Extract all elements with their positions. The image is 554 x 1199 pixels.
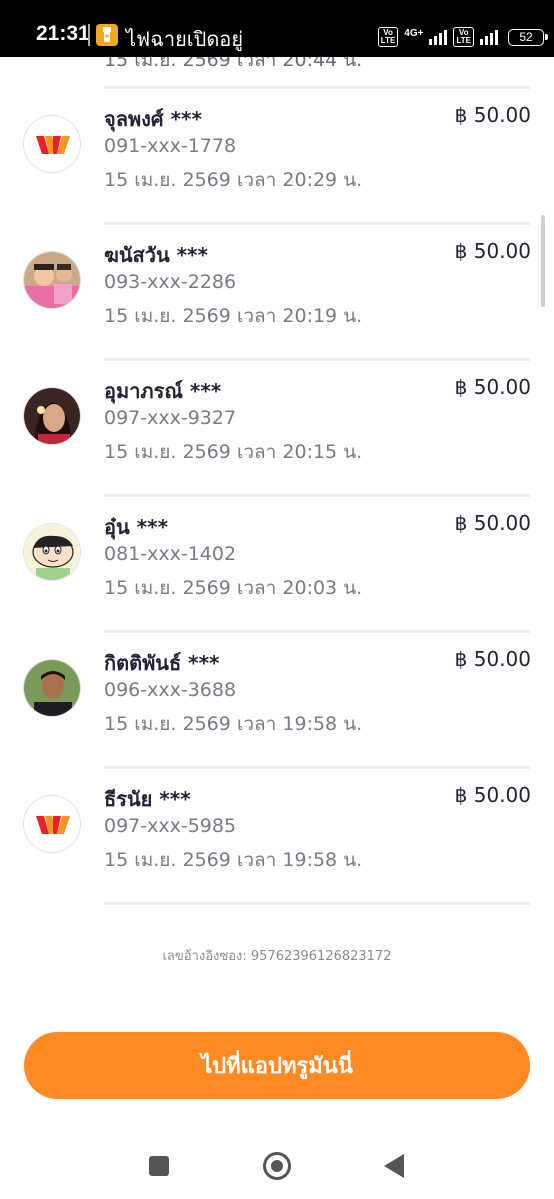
- recipient-phone: 081-xxx-1402: [104, 543, 237, 565]
- transaction-date: 15 เม.ย. 2569 เวลา 20:15 น.: [104, 441, 363, 463]
- transaction-date: 15 เม.ย. 2569 เวลา 20:29 น.: [104, 169, 363, 191]
- back-icon[interactable]: [384, 1154, 404, 1178]
- envelope-reference-number: เลขอ้างอิงซอง: 95762396126823172: [162, 949, 392, 964]
- transaction-date: 15 เม.ย. 2569 เวลา 19:58 น.: [104, 713, 363, 735]
- transaction-date: 15 เม.ย. 2569 เวลา 20:03 น.: [104, 577, 363, 599]
- status-bar: 21:31 ไฟฉายเปิดอยู่ Vo LTE 4G+ Vo LTE 52: [0, 0, 554, 57]
- list-item[interactable]: ธีรนัย *** ฿ 50.00 097-xxx-5985 15 เม.ย.…: [0, 769, 554, 905]
- recipient-name: อุมาภรณ์ ***: [104, 379, 222, 403]
- recipient-phone: 091-xxx-1778: [104, 135, 237, 157]
- status-separator: [88, 24, 90, 46]
- volte-icon: Vo LTE: [377, 27, 399, 47]
- user-avatar: [23, 387, 81, 445]
- amount: ฿ 50.00: [454, 239, 531, 263]
- list-item[interactable]: จุลพงศ์ *** ฿ 50.00 091-xxx-1778 15 เม.ย…: [0, 89, 554, 225]
- status-indicators: Vo LTE 4G+ Vo LTE 52: [377, 27, 548, 47]
- list-item[interactable]: ฆนัสวัน *** ฿ 50.00 093-xxx-2286 15 เม.ย…: [0, 225, 554, 361]
- signal-icon-2: [480, 29, 498, 45]
- cartoon-avatar: [23, 523, 81, 581]
- recipient-phone: 096-xxx-3688: [104, 679, 237, 701]
- network-type: 4G+: [404, 27, 424, 39]
- flashlight-icon: [96, 24, 118, 46]
- home-icon[interactable]: [263, 1152, 291, 1180]
- recipient-name: อุ๋น ***: [104, 515, 169, 539]
- battery-icon: 52: [508, 28, 548, 46]
- amount: ฿ 50.00: [454, 783, 531, 807]
- list-item[interactable]: กิตติพันธ์ *** ฿ 50.00 096-xxx-3688 15 เ…: [0, 633, 554, 769]
- list-item[interactable]: อุ๋น *** ฿ 50.00 081-xxx-1402 15 เม.ย. 2…: [0, 497, 554, 633]
- recipient-name: ฆนัสวัน ***: [104, 243, 208, 267]
- recipient-phone: 093-xxx-2286: [104, 271, 237, 293]
- truemoney-logo-icon: [23, 115, 81, 173]
- status-time: 21:31: [36, 22, 90, 45]
- list-divider: [104, 902, 530, 905]
- recipient-phone: 097-xxx-5985: [104, 815, 237, 837]
- recipient-phone: 097-xxx-9327: [104, 407, 237, 429]
- recipient-name: กิตติพันธ์ ***: [104, 651, 220, 675]
- clipped-date-text: 15 เม.ย. 2569 เวลา 20:44 น.: [104, 57, 363, 71]
- recipient-name: จุลพงศ์ ***: [104, 107, 202, 131]
- recents-icon[interactable]: [149, 1156, 169, 1176]
- volte-icon-2: Vo LTE: [453, 27, 474, 47]
- transaction-date: 15 เม.ย. 2569 เวลา 19:58 น.: [104, 849, 363, 871]
- list-item[interactable]: อุมาภรณ์ *** ฿ 50.00 097-xxx-9327 15 เม.…: [0, 361, 554, 497]
- transaction-date: 15 เม.ย. 2569 เวลา 20:19 น.: [104, 305, 363, 327]
- truemoney-logo-icon: [23, 795, 81, 853]
- amount: ฿ 50.00: [454, 647, 531, 671]
- flashlight-status-text: ไฟฉายเปิดอยู่: [126, 27, 244, 51]
- open-truemoney-app-button[interactable]: ไปที่แอปทรูมันนี่: [24, 1032, 530, 1099]
- system-nav-bar: [0, 1130, 554, 1199]
- recipient-list[interactable]: 15 เม.ย. 2569 เวลา 20:44 น. จุลพงศ์ *** …: [0, 57, 554, 907]
- user-avatar: [23, 659, 81, 717]
- amount: ฿ 50.00: [454, 511, 531, 535]
- signal-icon: [429, 29, 448, 45]
- amount: ฿ 50.00: [454, 103, 531, 127]
- user-avatar: [23, 251, 81, 309]
- recipient-name: ธีรนัย ***: [104, 787, 191, 811]
- amount: ฿ 50.00: [454, 375, 531, 399]
